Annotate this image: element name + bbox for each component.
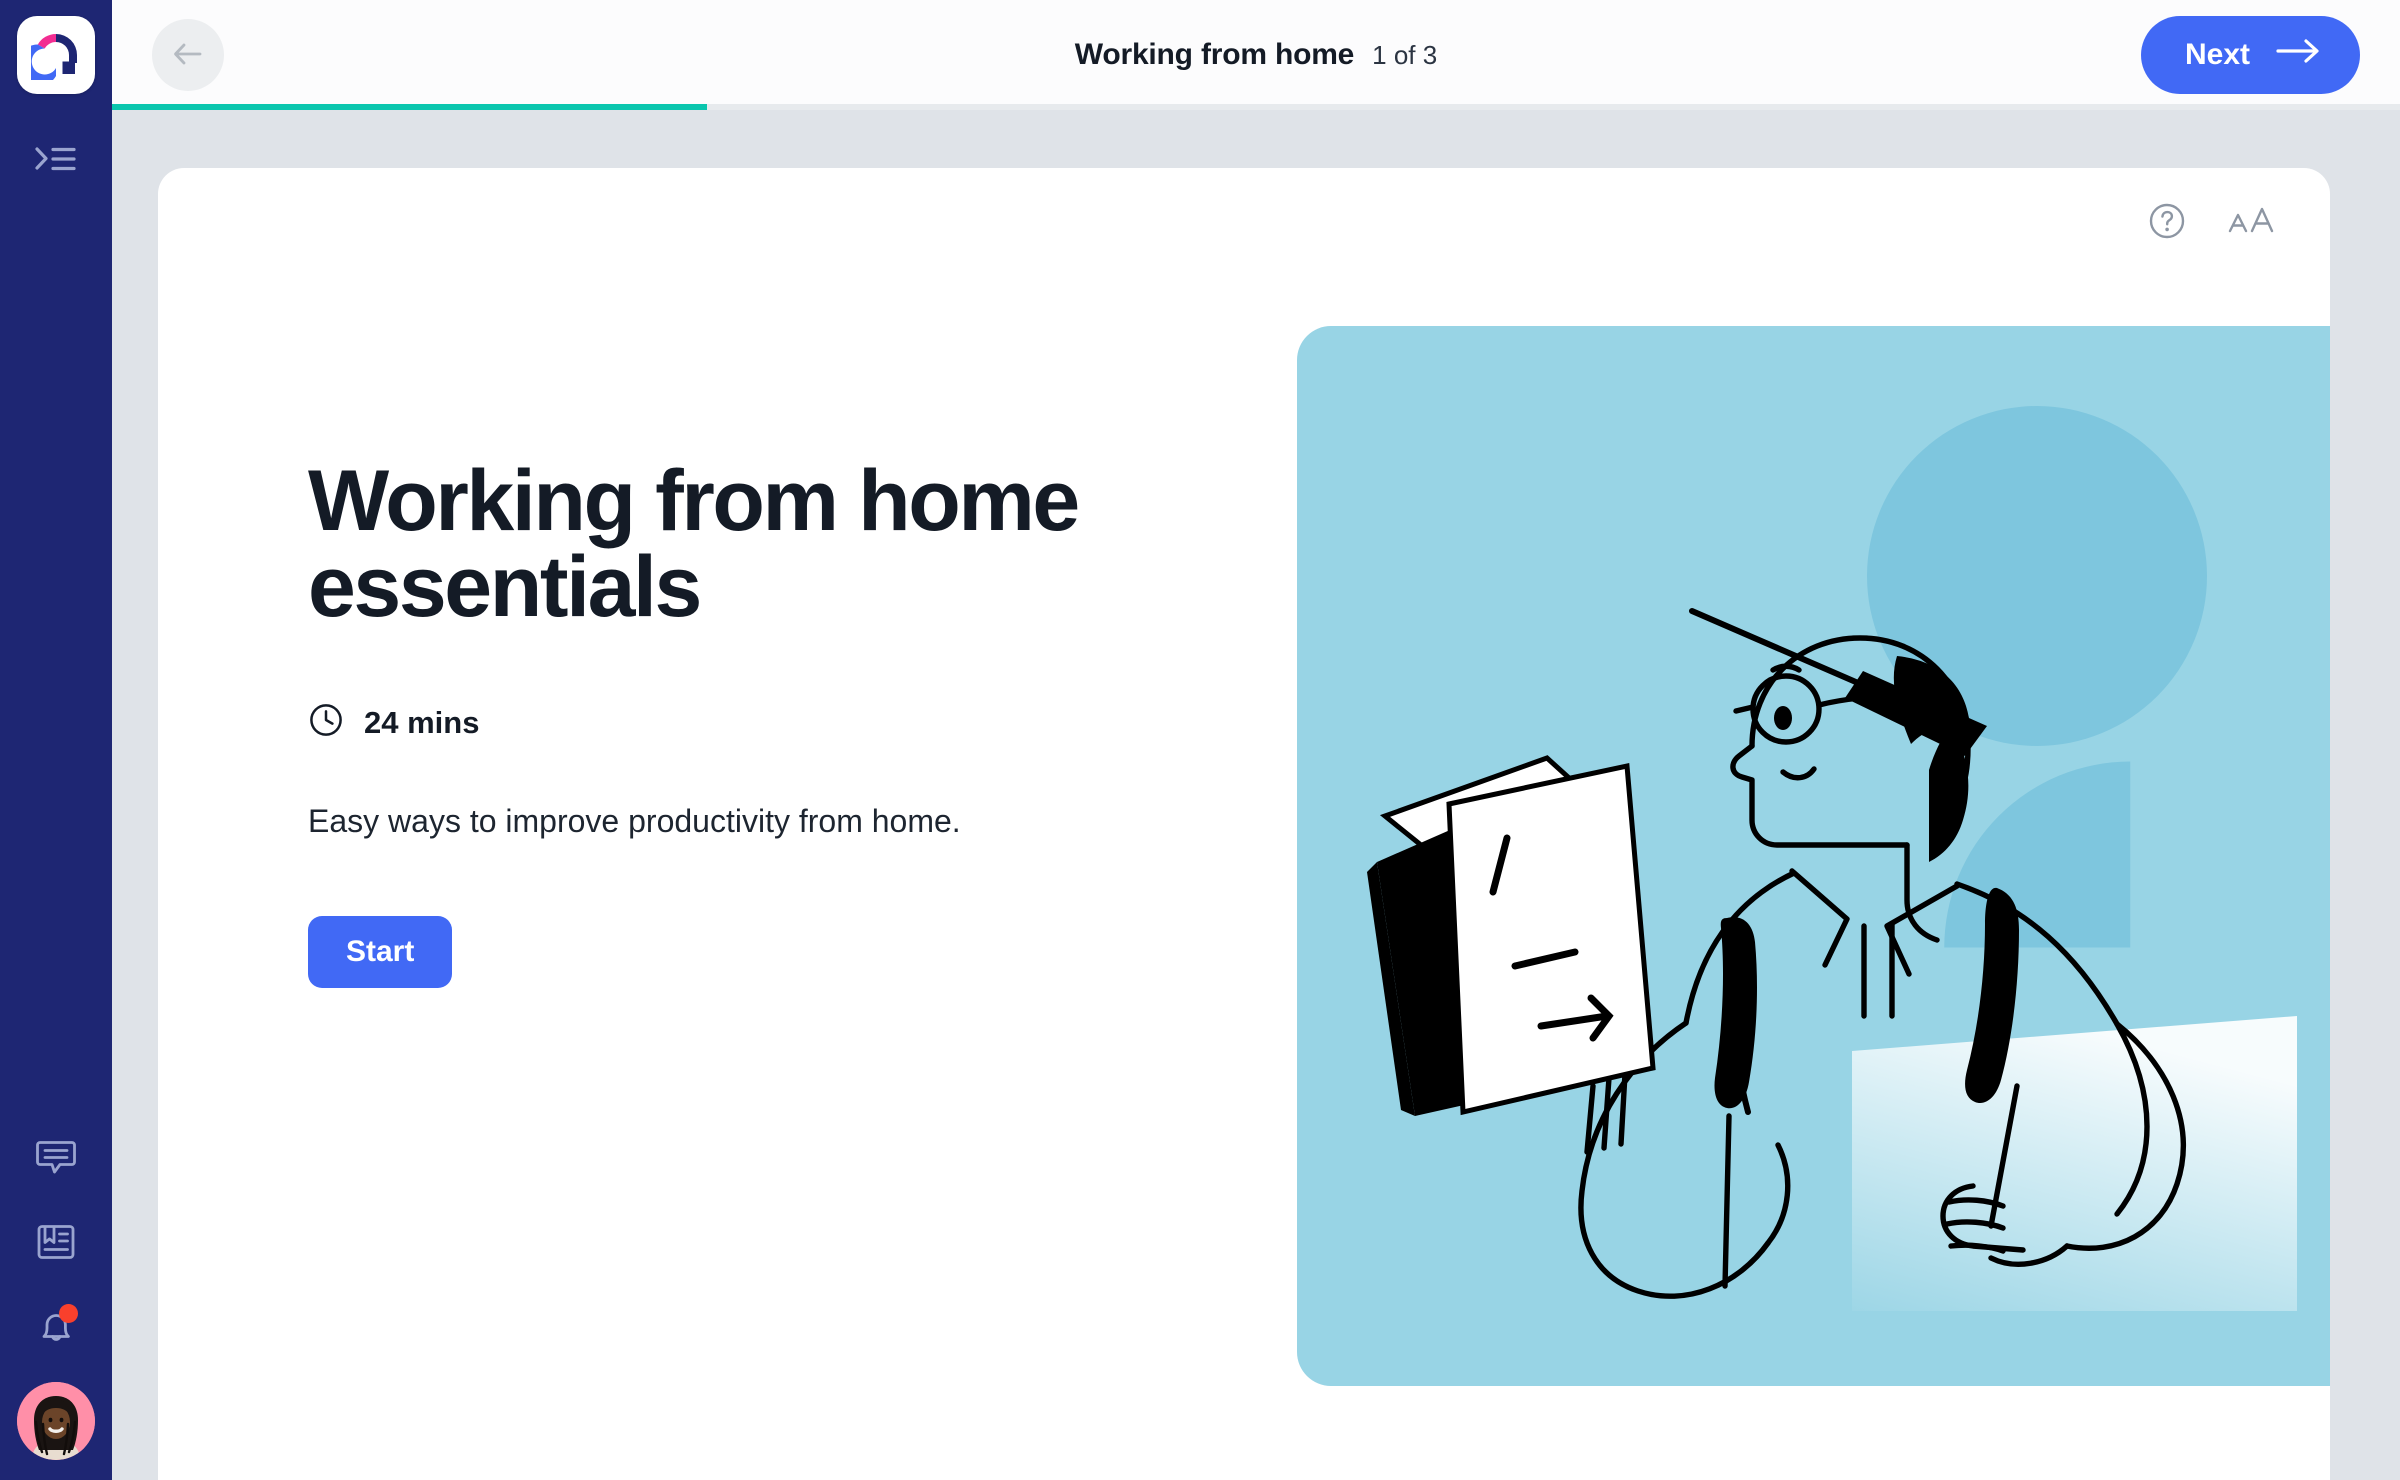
top-header: Working from home 1 of 3 Next bbox=[112, 0, 2400, 110]
sidebar-item-chat[interactable] bbox=[24, 1124, 88, 1188]
next-button[interactable]: Next bbox=[2140, 16, 2360, 94]
lesson-duration: 24 mins bbox=[308, 702, 1287, 743]
notification-badge bbox=[59, 1304, 78, 1323]
arrow-left-icon bbox=[170, 39, 206, 72]
sidebar-item-library[interactable] bbox=[24, 1210, 88, 1274]
back-button[interactable] bbox=[152, 19, 224, 91]
page-title: Working from home bbox=[1074, 38, 1355, 71]
help-circle-icon[interactable] bbox=[2148, 202, 2186, 240]
arrow-right-icon bbox=[2276, 38, 2322, 72]
page-counter: 1 of 3 bbox=[1372, 39, 1438, 70]
clock-icon bbox=[308, 702, 344, 743]
lesson-description: Easy ways to improve productivity from h… bbox=[308, 803, 961, 839]
lesson-body: Working from home essentials 24 mins Eas… bbox=[158, 168, 2330, 1480]
content-stage: Working from home essentials 24 mins Eas… bbox=[112, 110, 2400, 1480]
start-button[interactable]: Start bbox=[308, 916, 453, 988]
header-actions: Next bbox=[2140, 16, 2360, 94]
next-button-label: Next bbox=[2184, 38, 2250, 71]
app-root: Working from home 1 of 3 Next Working fr… bbox=[0, 0, 2400, 1480]
lesson-card: Working from home essentials 24 mins Eas… bbox=[158, 168, 2330, 1480]
card-toolbar bbox=[2148, 202, 2278, 240]
sidebar bbox=[0, 0, 112, 1480]
sidebar-item-notifications[interactable] bbox=[24, 1296, 88, 1360]
avatar[interactable] bbox=[17, 1382, 95, 1460]
lesson-duration-label: 24 mins bbox=[364, 704, 480, 740]
lesson-title: Working from home essentials bbox=[308, 453, 1080, 635]
lesson-text-column: Working from home essentials 24 mins Eas… bbox=[158, 168, 1287, 988]
lesson-art-column bbox=[1287, 168, 2330, 1386]
header-title-group: Working from home 1 of 3 bbox=[112, 0, 2400, 110]
main-column: Working from home 1 of 3 Next Working fr… bbox=[112, 0, 2400, 1480]
company-logo[interactable] bbox=[17, 16, 95, 94]
text-size-icon[interactable] bbox=[2226, 203, 2278, 239]
person-reading-book-illustration bbox=[1297, 326, 2330, 1386]
sidebar-menu-toggle[interactable] bbox=[28, 136, 84, 182]
